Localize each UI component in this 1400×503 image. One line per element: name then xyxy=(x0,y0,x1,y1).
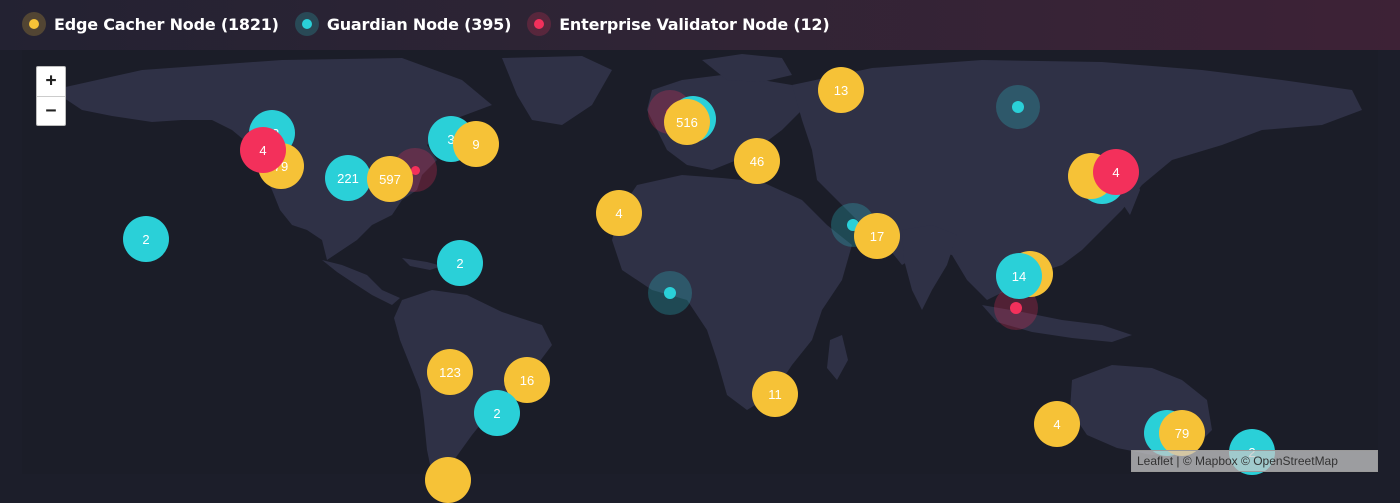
guardian-cluster[interactable]: 2 xyxy=(474,390,520,436)
validator-cluster[interactable]: 4 xyxy=(1093,149,1139,195)
edge-cluster[interactable]: 4 xyxy=(596,190,642,236)
guardian-node-dot-icon xyxy=(1012,101,1024,113)
land-caribbean xyxy=(402,258,442,270)
land-central-america xyxy=(322,260,400,305)
validator-dot-icon xyxy=(527,12,552,36)
edge-cluster[interactable]: 46 xyxy=(734,138,780,184)
zoom-out-button[interactable]: − xyxy=(37,97,65,126)
edge-cluster[interactable]: 123 xyxy=(427,349,473,395)
bottom-bar xyxy=(0,474,1400,493)
land-india xyxy=(902,225,957,310)
zoom-control: + − xyxy=(36,66,66,126)
land-greenland xyxy=(502,56,612,125)
edge-cacher-dot-icon xyxy=(22,12,46,36)
edge-cluster[interactable]: 4 xyxy=(1034,401,1080,447)
validator-node-dot-icon xyxy=(1010,302,1022,314)
guardian-node-marker[interactable] xyxy=(996,85,1040,129)
legend-guardian[interactable]: Guardian Node (395) xyxy=(294,12,512,36)
map-legend: Edge Cacher Node (1821) Guardian Node (3… xyxy=(22,12,845,36)
legend-label: Enterprise Validator Node (12) xyxy=(559,14,830,34)
guardian-dot-icon xyxy=(294,12,319,36)
guardian-cluster[interactable]: 14 xyxy=(996,253,1042,299)
edge-cluster[interactable]: 597 xyxy=(367,156,413,202)
legend-enterprise-validator[interactable]: Enterprise Validator Node (12) xyxy=(527,12,830,36)
legend-edge-cacher[interactable]: Edge Cacher Node (1821) xyxy=(22,12,279,36)
edge-cluster[interactable] xyxy=(425,457,471,503)
zoom-in-button[interactable]: + xyxy=(37,67,65,97)
guardian-cluster[interactable]: 221 xyxy=(325,155,371,201)
validator-cluster[interactable]: 4 xyxy=(240,127,286,173)
edge-cluster[interactable]: 13 xyxy=(818,67,864,113)
legend-label: Edge Cacher Node (1821) xyxy=(54,14,279,34)
edge-cluster[interactable]: 9 xyxy=(453,121,499,167)
map-attribution: Leaflet | © Mapbox © OpenStreetMap xyxy=(1131,450,1378,472)
edge-cluster[interactable]: 516 xyxy=(664,99,710,145)
guardian-cluster[interactable]: 2 xyxy=(437,240,483,286)
land-madagascar xyxy=(827,335,848,380)
legend-label: Guardian Node (395) xyxy=(326,14,512,34)
guardian-node-dot-icon xyxy=(664,287,676,299)
guardian-cluster[interactable]: 2 xyxy=(123,216,169,262)
edge-cluster[interactable]: 11 xyxy=(752,371,798,417)
edge-cluster[interactable]: 17 xyxy=(854,213,900,259)
guardian-node-marker[interactable] xyxy=(648,271,692,315)
